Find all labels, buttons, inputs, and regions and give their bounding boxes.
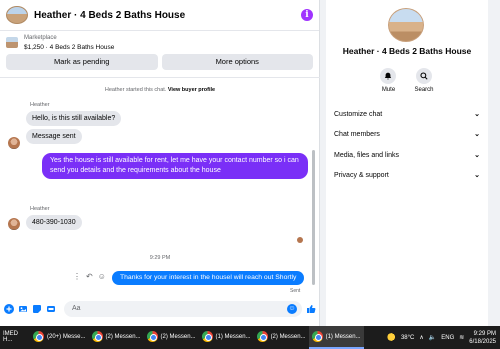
sticker-icon[interactable] (32, 304, 42, 314)
header-divider (0, 77, 320, 78)
marketplace-label: Marketplace (24, 34, 57, 41)
listing-profile-image[interactable] (388, 8, 424, 42)
info-actions: Mute Search (326, 68, 488, 93)
customize-chat-label: Customize chat (334, 110, 383, 118)
system-tray: 38°C ∧ 🔈 ENG ≋ 9:29 PM 6/18/2025 (383, 326, 496, 349)
chat-title[interactable]: Heather · 4 Beds 2 Baths House (34, 10, 301, 21)
view-buyer-profile-link[interactable]: View buyer profile (168, 87, 215, 93)
message-composer: Aa ☺ (0, 296, 320, 322)
taskbar-item-label: (1) Messen... (325, 333, 361, 340)
sender-name: Heather (30, 206, 50, 212)
mute-label: Mute (381, 87, 396, 93)
temperature[interactable]: 38°C (401, 335, 414, 341)
chevron-down-icon: ⌄ (474, 131, 480, 138)
chat-header: Heather · 4 Beds 2 Baths House i (0, 0, 319, 31)
chrome-icon (91, 331, 103, 342)
chevron-down-icon: ⌄ (474, 111, 480, 118)
mute-button[interactable]: Mute (380, 68, 397, 93)
photo-icon[interactable] (18, 304, 28, 314)
search-icon (415, 68, 432, 84)
chrome-icon (33, 331, 44, 342)
chat-started-text: Heather started this chat. (104, 87, 167, 93)
chevron-down-icon: ⌄ (474, 152, 480, 159)
emoji-icon[interactable]: ☺ (287, 304, 297, 314)
marketplace-listing[interactable]: Marketplace $1,250 · 4 Beds 2 Baths Hous… (0, 31, 319, 54)
privacy-support-label: Privacy & support (334, 171, 389, 179)
more-options-button[interactable]: More options (161, 54, 313, 70)
message-input-placeholder: Aa (72, 305, 81, 312)
taskbar-item-label: (1) Messen... (215, 333, 251, 340)
sent-status: Sent (290, 288, 301, 294)
avatar[interactable] (8, 218, 20, 230)
chrome-icon (311, 331, 323, 342)
taskbar-item-label: (2) Messen... (160, 333, 196, 340)
mark-as-pending-button[interactable]: Mark as pending (6, 54, 158, 70)
chevron-down-icon: ⌄ (474, 172, 480, 179)
media-files-links-label: Media, files and links (334, 151, 399, 159)
search-label: Search (414, 87, 434, 93)
listing-thumbnail (6, 37, 18, 48)
info-title: Heather · 4 Beds 2 Baths House (342, 46, 472, 56)
clock-time: 9:29 PM (473, 330, 496, 337)
message-timestamp: 9:29 PM (149, 255, 171, 261)
clock-date: 6/18/2025 (469, 338, 496, 345)
taskbar-item[interactable]: (20+) Messe... (30, 326, 89, 349)
chevron-up-icon[interactable]: ∧ (419, 334, 423, 341)
clock[interactable]: 9:29 PM 6/18/2025 (469, 330, 496, 346)
gif-icon[interactable] (46, 304, 56, 314)
taskbar-item[interactable]: (2) Messen... (144, 326, 199, 349)
listing-actions: Mark as pending More options (0, 54, 319, 70)
taskbar-item-label: (2) Messen... (105, 333, 141, 340)
customize-chat-row[interactable]: Customize chat ⌄ (334, 107, 480, 121)
listing-title: $1,250 · 4 Beds 2 Baths House (24, 43, 115, 51)
taskbar-item[interactable]: (1) Messen... (199, 326, 254, 349)
avatar[interactable] (8, 137, 20, 149)
plus-icon[interactable] (4, 304, 14, 314)
bell-icon (380, 68, 397, 84)
chrome-icon (201, 331, 213, 342)
message-tools: ⋮ ↶ ☺ (73, 272, 106, 281)
incoming-message[interactable]: 480-390-1030 (26, 215, 82, 230)
weather-icon[interactable] (383, 332, 396, 343)
media-files-links-row[interactable]: Media, files and links ⌄ (334, 148, 480, 162)
taskbar-item-label: (20+) Messe... (47, 333, 86, 340)
chrome-icon (146, 331, 158, 342)
taskbar-item-label: IMED H... (3, 330, 18, 343)
incoming-message[interactable]: Message sent (26, 129, 82, 144)
chat-started-notice: Heather started this chat. View buyer pr… (0, 87, 320, 93)
message-input[interactable]: Aa ☺ (64, 301, 302, 317)
chat-members-row[interactable]: Chat members ⌄ (334, 127, 480, 141)
outgoing-message[interactable]: Thanks for your interest in the housel w… (112, 271, 305, 285)
taskbar-item-active[interactable]: (1) Messen... (308, 326, 364, 349)
wifi-icon[interactable]: ≋ (459, 334, 464, 341)
chrome-icon (256, 331, 268, 342)
conversation-info-panel: Heather · 4 Beds 2 Baths House Mute Sear… (326, 0, 488, 326)
chat-scrollbar[interactable] (312, 150, 315, 285)
incoming-message[interactable]: Hello, is this still available? (26, 111, 122, 126)
more-icon[interactable]: ⋮ (73, 272, 81, 281)
seen-avatar (297, 237, 303, 243)
speaker-icon[interactable]: 🔈 (429, 334, 436, 341)
reply-icon[interactable]: ↶ (86, 272, 93, 281)
chat-members-label: Chat members (334, 130, 380, 138)
outgoing-message[interactable]: Yes the house is still available for ren… (42, 153, 308, 179)
like-icon[interactable] (306, 304, 316, 314)
taskbar-item[interactable]: IMED H... (0, 326, 30, 349)
taskbar-item[interactable]: (2) Messen... (254, 326, 309, 349)
taskbar-item-label: (2) Messen... (270, 333, 306, 340)
search-button[interactable]: Search (414, 68, 434, 93)
listing-avatar[interactable] (6, 6, 28, 24)
react-icon[interactable]: ☺ (98, 272, 106, 281)
language-indicator[interactable]: ENG (441, 335, 454, 341)
taskbar-item[interactable]: (2) Messen... (89, 326, 144, 349)
info-icon[interactable]: i (301, 9, 313, 21)
sender-name: Heather (30, 102, 50, 108)
privacy-support-row[interactable]: Privacy & support ⌄ (334, 168, 480, 182)
